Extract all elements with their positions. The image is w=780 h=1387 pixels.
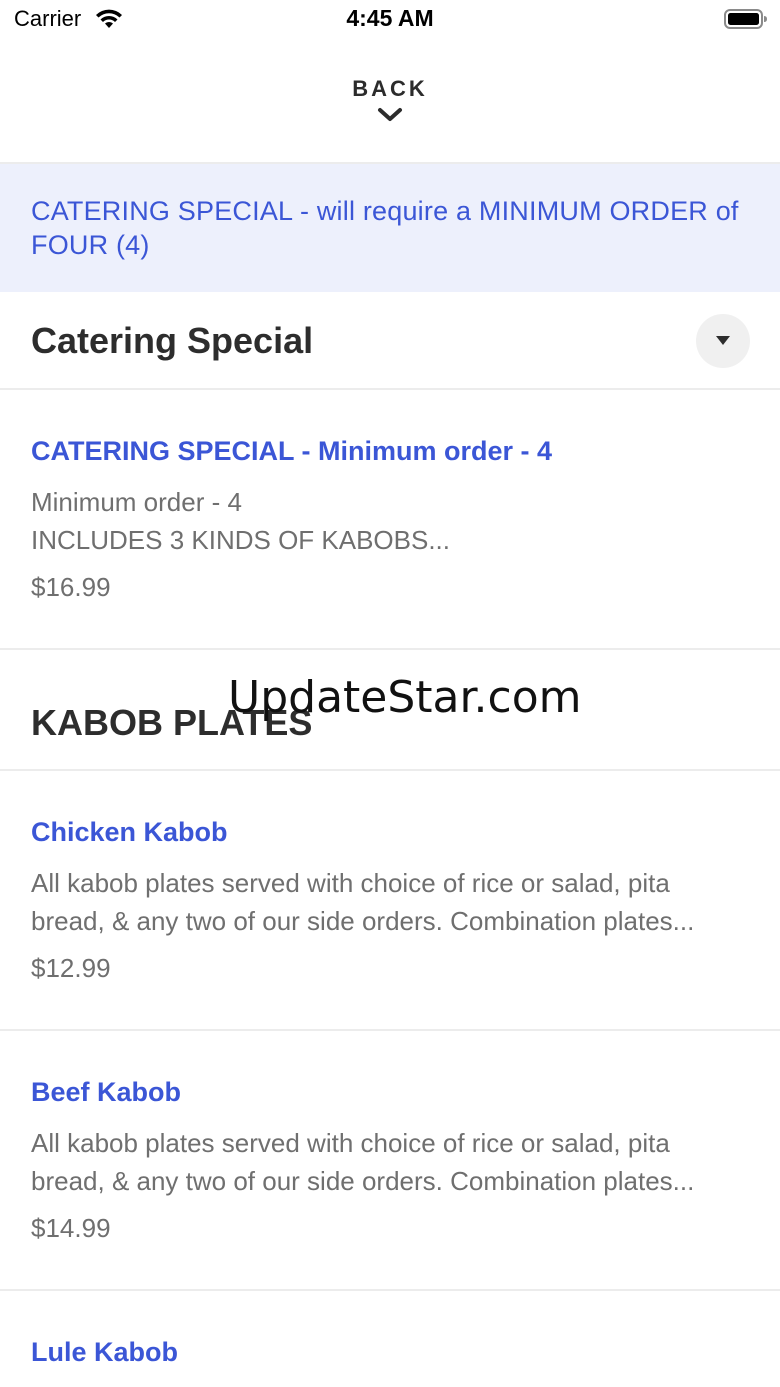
caret-down-icon xyxy=(716,336,730,345)
item-name: Beef Kabob xyxy=(31,1077,182,1107)
item-description: Minimum order - 4 INCLUDES 3 KINDS OF KA… xyxy=(31,487,450,555)
battery-icon xyxy=(724,9,767,29)
menu-item[interactable]: Lule Kabob xyxy=(0,1291,780,1387)
back-label: BACK xyxy=(352,76,428,101)
section-header-catering-special: Catering Special xyxy=(0,292,780,390)
item-description: All kabob plates served with choice of r… xyxy=(31,1128,695,1196)
item-name: Chicken Kabob xyxy=(31,817,228,847)
item-name: Lule Kabob xyxy=(31,1337,178,1367)
section-toggle-button[interactable] xyxy=(696,314,750,368)
status-bar: Carrier 4:45 AM xyxy=(0,0,780,40)
back-button[interactable]: BACK xyxy=(290,76,490,146)
header: BACK xyxy=(0,40,780,164)
banner-text: CATERING SPECIAL - will require a MINIMU… xyxy=(31,196,739,260)
menu-item[interactable]: Chicken Kabob All kabob plates served wi… xyxy=(0,771,780,1031)
item-name: CATERING SPECIAL - Minimum order - 4 xyxy=(31,436,553,466)
item-price: $12.99 xyxy=(31,953,111,983)
section-header-kabob-plates: KABOB PLATES xyxy=(0,650,780,771)
chevron-down-icon xyxy=(378,108,402,121)
section-title: Catering Special xyxy=(31,320,314,361)
item-description: All kabob plates served with choice of r… xyxy=(31,868,695,936)
catering-notice-banner: CATERING SPECIAL - will require a MINIMU… xyxy=(0,164,780,292)
section-title: KABOB PLATES xyxy=(31,702,313,743)
menu-item[interactable]: CATERING SPECIAL - Minimum order - 4 Min… xyxy=(0,390,780,650)
menu-item[interactable]: Beef Kabob All kabob plates served with … xyxy=(0,1031,780,1291)
item-price: $14.99 xyxy=(31,1213,111,1243)
status-time: 4:45 AM xyxy=(346,5,434,31)
item-price: $16.99 xyxy=(31,572,111,602)
